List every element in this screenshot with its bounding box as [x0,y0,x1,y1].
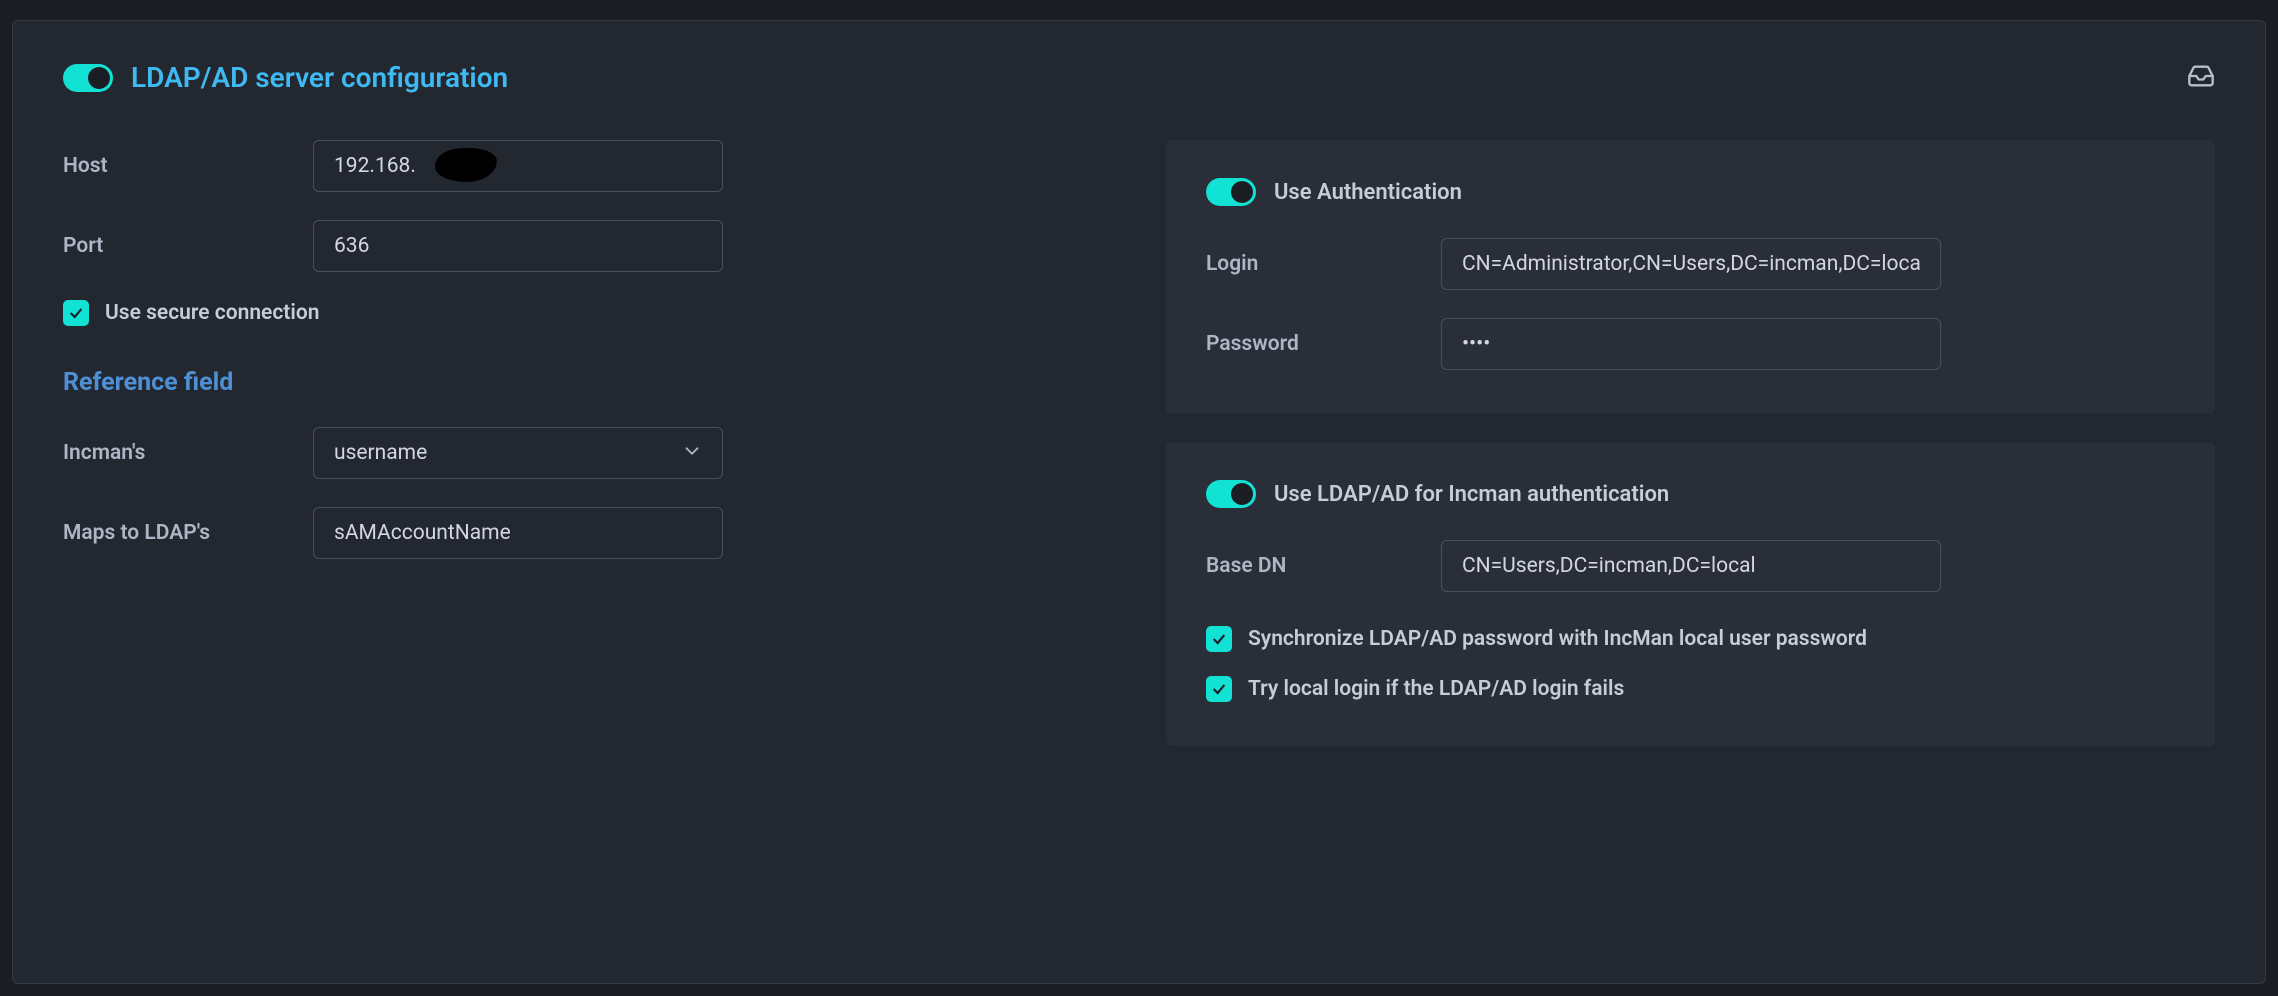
ldap-enable-toggle[interactable] [63,64,113,92]
ldap-config-panel: LDAP/AD server configuration Host Port [12,20,2266,984]
incmans-label: Incman's [63,441,313,465]
panel-header: LDAP/AD server configuration [63,61,2215,94]
password-label: Password [1206,332,1441,356]
basedn-label: Base DN [1206,554,1441,578]
maps-row: Maps to LDAP's [63,507,1096,559]
panel-title: LDAP/AD server configuration [131,61,508,94]
port-input[interactable] [313,220,723,272]
login-input[interactable] [1441,238,1941,290]
sync-password-checkbox[interactable] [1206,626,1232,652]
fallback-login-checkbox[interactable] [1206,676,1232,702]
use-authentication-panel: Use Authentication Login Password [1166,140,2215,414]
sync-password-label: Synchronize LDAP/AD password with IncMan… [1248,627,1867,651]
incmans-row: Incman's [63,427,1096,479]
maps-input[interactable] [313,507,723,559]
fallback-login-label: Try local login if the LDAP/AD login fai… [1248,677,1624,701]
basedn-input[interactable] [1441,540,1941,592]
login-row: Login [1206,238,2175,290]
maps-label: Maps to LDAP's [63,521,313,545]
host-row: Host [63,140,1096,192]
ldap-auth-label: Use LDAP/AD for Incman authentication [1274,482,1669,507]
fallback-login-row: Try local login if the LDAP/AD login fai… [1206,676,2175,702]
use-auth-toggle-row: Use Authentication [1206,178,2175,206]
use-auth-label: Use Authentication [1274,180,1462,205]
host-input-wrap [313,140,723,192]
left-column: Host Port Use secure connection Referenc… [63,140,1096,746]
basedn-row: Base DN [1206,540,2175,592]
inbox-icon[interactable] [2187,62,2215,94]
host-input[interactable] [313,140,723,192]
use-auth-toggle[interactable] [1206,178,1256,206]
port-row: Port [63,220,1096,272]
ldap-auth-panel: Use LDAP/AD for Incman authentication Ba… [1166,442,2215,746]
host-label: Host [63,154,313,178]
sync-password-row: Synchronize LDAP/AD password with IncMan… [1206,626,2175,652]
password-row: Password [1206,318,2175,370]
title-group: LDAP/AD server configuration [63,61,508,94]
ldap-auth-toggle[interactable] [1206,480,1256,508]
secure-connection-checkbox[interactable] [63,300,89,326]
ldap-auth-toggle-row: Use LDAP/AD for Incman authentication [1206,480,2175,508]
columns: Host Port Use secure connection Referenc… [63,140,2215,746]
incmans-select-wrap [313,427,723,479]
secure-connection-row: Use secure connection [63,300,1096,326]
port-label: Port [63,234,313,258]
incmans-select[interactable] [313,427,723,479]
login-label: Login [1206,252,1441,276]
secure-connection-label: Use secure connection [105,301,319,325]
reference-field-title: Reference field [63,368,1096,397]
right-column: Use Authentication Login Password Use LD [1166,140,2215,746]
password-input[interactable] [1441,318,1941,370]
